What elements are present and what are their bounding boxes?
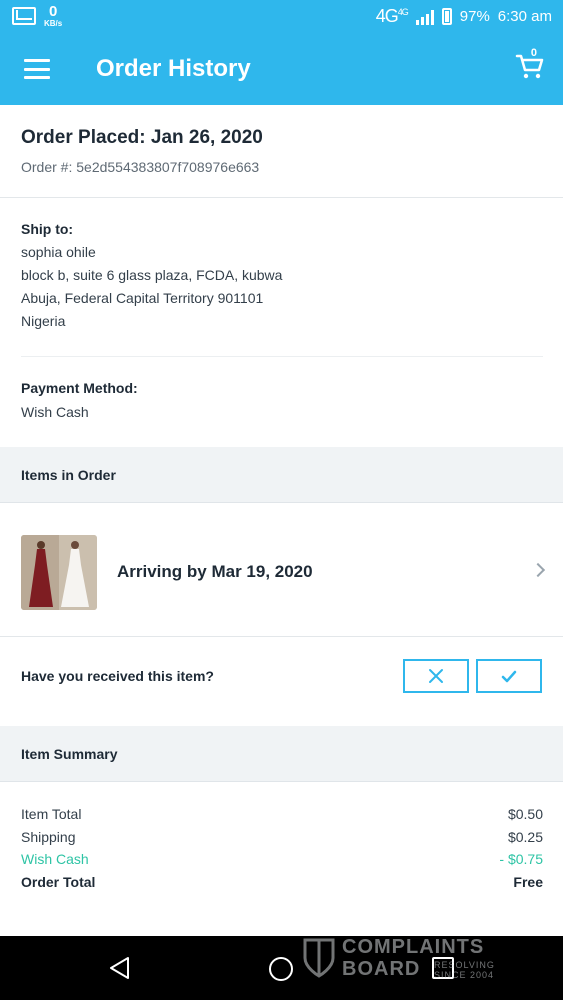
payment-method: Payment Method: Wish Cash [21,378,138,424]
received-question: Have you received this item? [21,668,214,684]
check-icon [501,670,517,683]
product-thumbnail [21,535,97,610]
signal-icon [415,9,434,25]
order-number: Order #: 5e2d554383807f708976e663 [21,159,260,175]
battery-percent: 97% [459,8,490,25]
summary-value: $0.25 [507,828,543,845]
not-received-button[interactable] [403,659,469,693]
network-type: 4G4G [375,6,409,27]
summary-value: Free [513,873,543,890]
ship-country: Nigeria [21,313,66,329]
app-bar: Order History 0 [0,33,563,105]
watermark-sub1: RESOLVING [434,960,495,970]
arrival-date: Arriving by Mar 19, 2020 [117,562,313,581]
network-label: 4G [375,6,399,26]
home-icon[interactable] [269,957,293,981]
summary-row-item-total: Item Total $0.50 [21,803,543,826]
summary-label: Shipping [21,828,76,845]
items-in-order-header: Items in Order [0,447,563,503]
summary-label: Item Total [21,806,82,822]
summary-label: Order Total [21,873,96,890]
network-sup-label: 4G [397,7,409,17]
cart-button[interactable]: 0 [515,47,545,81]
watermark-line1: COMPLAINTS [342,936,485,958]
ship-name: sophia ohile [21,244,96,260]
network-speed: 0 KB/s [44,4,62,28]
page-title: Order History [96,55,251,82]
payment-method-value: Wish Cash [21,404,89,420]
menu-icon[interactable] [24,59,50,79]
items-in-order-title: Items in Order [21,467,116,483]
divider [0,197,563,198]
order-summary: Item Total $0.50 Shipping $0.25 Wish Cas… [21,803,543,893]
mail-icon [12,7,36,25]
clock: 6:30 am [497,8,552,25]
order-placed-date: Order Placed: Jan 26, 2020 [21,127,263,148]
watermark-line2: BOARD [342,958,421,980]
summary-label: Wish Cash [21,851,89,867]
ship-to-label: Ship to: [21,221,74,237]
ship-street: block b, suite 6 glass plaza, FCDA, kubw… [21,267,283,283]
speed-unit: KB/s [44,19,63,28]
summary-row-order-total: Order Total Free [21,871,543,894]
status-bar: 0 KB/s 4G4G 97% 6:30 am [0,0,563,33]
payment-method-label: Payment Method: [21,380,138,396]
cart-count-badge: 0 [530,47,537,59]
watermark: COMPLAINTS BOARD RESOLVING SINCE 2004 [302,936,517,982]
item-summary-header: Item Summary [0,726,563,782]
order-item[interactable]: Arriving by Mar 19, 2020 [0,503,563,637]
close-icon [429,669,443,683]
battery-icon [441,8,452,25]
summary-row-wish-cash: Wish Cash - $0.75 [21,848,543,871]
ship-city: Abuja, Federal Capital Territory 901101 [21,290,264,306]
speed-value: 0 [48,3,58,20]
shield-icon [303,938,335,978]
received-button[interactable] [476,659,542,693]
summary-row-shipping: Shipping $0.25 [21,826,543,849]
shipping-address: Ship to: sophia ohile block b, suite 6 g… [21,219,282,333]
summary-value: - $0.75 [499,851,543,867]
watermark-sub2: SINCE 2004 [434,970,495,980]
summary-value: $0.50 [507,806,543,822]
divider [21,356,543,357]
received-confirmation: Have you received this item? [0,637,563,727]
chevron-right-icon [530,562,546,578]
back-icon[interactable] [108,956,132,980]
item-summary-title: Item Summary [21,746,118,762]
